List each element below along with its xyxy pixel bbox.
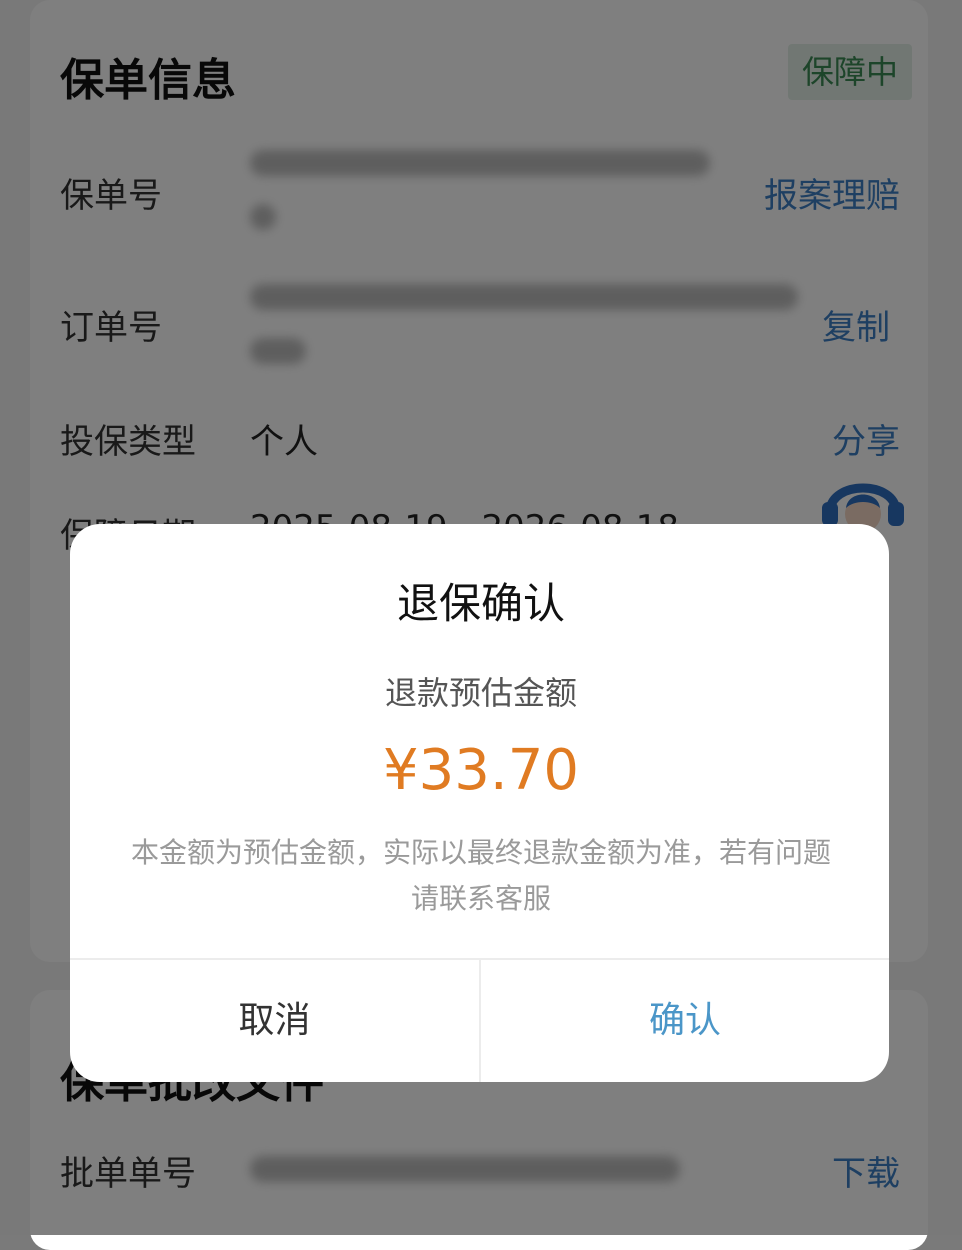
confirm-button[interactable]: 确认 bbox=[481, 960, 889, 1082]
dialog-title: 退保确认 bbox=[396, 579, 565, 628]
refund-amount: ¥33.70 bbox=[383, 738, 579, 803]
refund-estimate-label: 退款预估金额 bbox=[384, 674, 577, 712]
refund-disclaimer: 本金额为预估金额，实际以最终退款金额为准，若有问题请联系客服 bbox=[130, 836, 831, 915]
cancel-button[interactable]: 取消 bbox=[70, 960, 479, 1082]
